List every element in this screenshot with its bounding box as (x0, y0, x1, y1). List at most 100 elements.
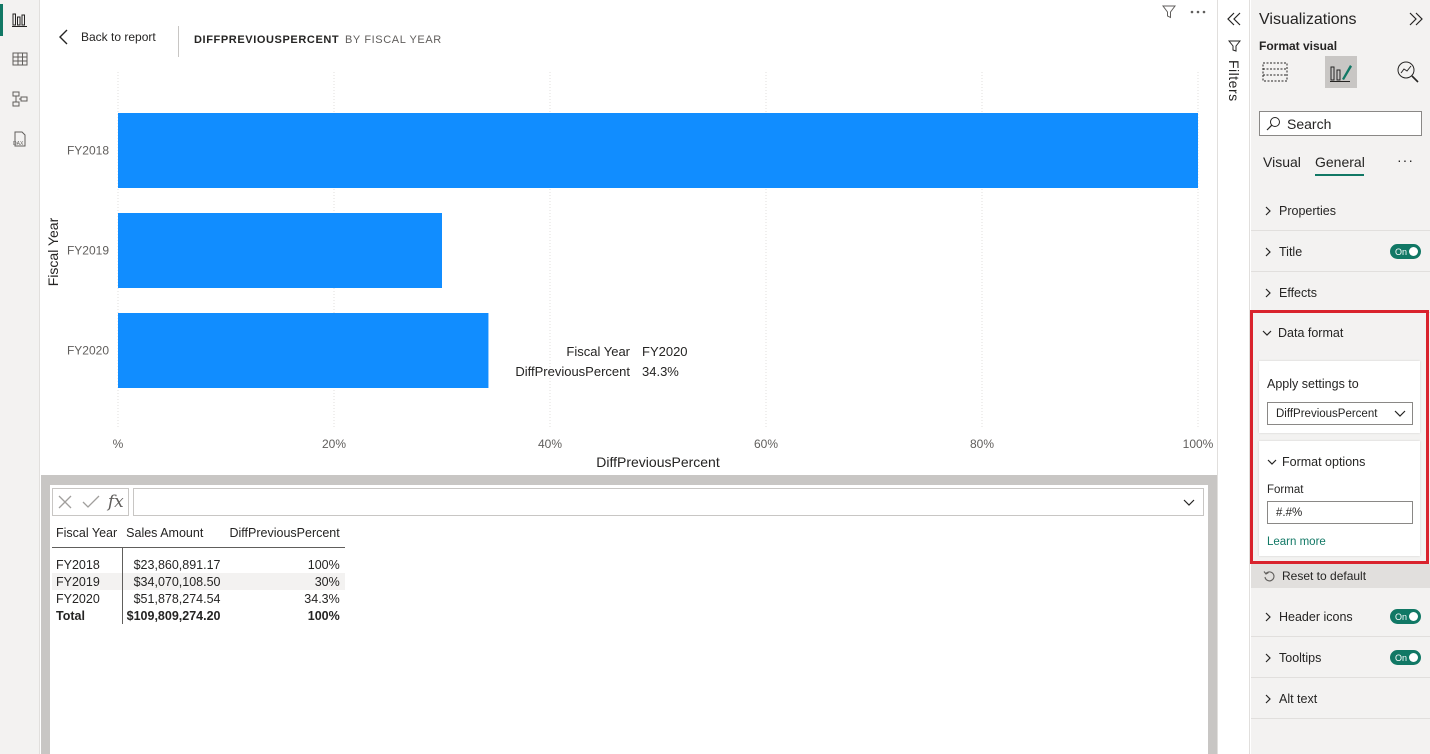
data-format-section-highlight: Data format Apply settings to DiffPrevio… (1250, 310, 1429, 564)
y-category-label: FY2019 (67, 244, 109, 258)
section-effects[interactable]: Effects (1251, 273, 1430, 313)
chevron-down-icon (1267, 459, 1277, 465)
section-label: Title (1279, 244, 1303, 259)
reset-to-default-button[interactable]: Reset to default (1251, 564, 1430, 588)
tooltip-label: Fiscal Year (566, 344, 630, 359)
apply-settings-dropdown[interactable]: DiffPreviousPercent (1267, 402, 1413, 425)
chevron-left-icon (59, 29, 68, 45)
expand-filters-icon[interactable] (1227, 12, 1241, 26)
bar[interactable] (118, 213, 442, 288)
format-visual-label: Format visual (1259, 39, 1338, 53)
chevron-right-icon (1265, 612, 1271, 621)
y-category-label: FY2018 (67, 144, 109, 158)
active-tab-indicator (1315, 174, 1364, 176)
table-cell: 34.3% (304, 591, 340, 606)
chevron-down-icon[interactable] (1183, 497, 1195, 507)
bar[interactable] (118, 313, 489, 388)
section-label: Data format (1278, 326, 1344, 340)
back-to-report-button[interactable]: Back to report (57, 28, 156, 46)
table-cell: FY2018 (52, 555, 123, 573)
cancel-formula-icon[interactable] (57, 494, 73, 510)
section-header-icons[interactable]: Header icons On (1251, 597, 1430, 637)
analytics-button[interactable] (1391, 56, 1423, 88)
search-input[interactable]: Search (1259, 111, 1422, 136)
apply-settings-label: Apply settings to (1267, 377, 1359, 391)
commit-formula-icon[interactable] (82, 494, 100, 510)
collapse-pane-icon[interactable] (1409, 12, 1423, 26)
filter-icon (1228, 40, 1241, 52)
search-placeholder: Search (1287, 115, 1332, 132)
x-tick-label: 40% (538, 437, 562, 451)
section-title[interactable]: Title On (1251, 232, 1430, 272)
dax-query-view-button[interactable]: DAX (0, 121, 40, 157)
x-tick-label: % (113, 437, 124, 451)
table-cell: 30% (225, 572, 345, 590)
filter-icon[interactable] (1161, 4, 1177, 20)
filters-pane-collapsed[interactable]: Filters (1218, 0, 1250, 754)
build-visual-button[interactable] (1259, 56, 1291, 88)
format-options-header[interactable]: Format options (1267, 455, 1365, 469)
svg-text:DAX: DAX (13, 141, 24, 147)
chevron-down-icon (1262, 330, 1272, 336)
learn-more-link[interactable]: Learn more (1267, 536, 1326, 548)
column-header[interactable]: DiffPreviousPercent (225, 523, 345, 548)
model-view-button[interactable] (0, 81, 40, 117)
section-properties[interactable]: Properties (1251, 191, 1430, 231)
powerbi-app: DAX % 20% 40% 60% 80% 100% FY2018 FY2019 FY2020 D… (0, 0, 1430, 754)
section-alt-text[interactable]: Alt text (1251, 679, 1430, 719)
apply-settings-card: Apply settings to DiffPreviousPercent (1259, 361, 1420, 433)
tooltips-toggle[interactable]: On (1390, 650, 1421, 665)
build-visual-icon (1262, 62, 1288, 82)
drill-measure-title: DIFFPREVIOUSPERCENT (194, 34, 340, 46)
section-data-format[interactable]: Data format (1253, 313, 1426, 353)
more-options-button[interactable]: ··· (1397, 152, 1414, 168)
x-tick-label: 80% (970, 437, 994, 451)
pane-mode-switcher (1251, 56, 1430, 90)
table-cell: $51,878,274.54 (133, 591, 221, 606)
table-cell: $23,860,891.17 (133, 557, 221, 572)
tab-visual[interactable]: Visual (1263, 154, 1301, 170)
drill-axis-title: BY FISCAL YEAR (345, 34, 442, 46)
bar[interactable] (118, 113, 1198, 188)
column-header[interactable]: Sales Amount (122, 523, 226, 548)
chevron-right-icon (1265, 288, 1271, 297)
apply-settings-value: DiffPreviousPercent (1276, 407, 1378, 420)
bar-chart: % 20% 40% 60% 80% 100% FY2018 FY2019 FY2020 DiffP… (45, 72, 1214, 470)
y-axis-title: Fiscal Year (45, 217, 61, 286)
report-view-button[interactable] (0, 2, 40, 38)
format-options-label: Format options (1282, 455, 1366, 469)
chevron-right-icon (1265, 206, 1271, 215)
table-row: FY2018 $23,860,891.17 100% (52, 555, 345, 573)
format-visual-button[interactable] (1325, 56, 1357, 88)
chevron-right-icon (1265, 247, 1271, 256)
tooltip-value: 34.3% (642, 364, 679, 379)
back-to-report-label: Back to report (81, 30, 156, 44)
format-field-label: Format (1267, 484, 1304, 496)
reset-label: Reset to default (1282, 569, 1367, 583)
fx-icon[interactable]: fx (108, 492, 124, 512)
table-cell: Total (52, 606, 123, 624)
format-input[interactable]: #.#% (1267, 501, 1413, 524)
report-view-icon (12, 13, 27, 27)
column-header[interactable]: Fiscal Year (52, 523, 123, 548)
left-navigation-rail: DAX (0, 0, 40, 754)
search-icon (1266, 117, 1280, 131)
more-options-icon[interactable] (1189, 4, 1207, 20)
table-cell: $34,070,108.50 (122, 572, 226, 590)
format-options-card: Format options Format #.#% Learn more (1259, 441, 1420, 556)
table-view-button[interactable] (0, 41, 40, 77)
section-label: Properties (1279, 203, 1336, 218)
report-canvas: % 20% 40% 60% 80% 100% FY2018 FY2019 FY2020 DiffP… (41, 0, 1217, 475)
table-cell: FY2019 (52, 572, 123, 590)
tab-general[interactable]: General (1315, 154, 1365, 170)
section-tooltips[interactable]: Tooltips On (1251, 638, 1430, 678)
visualizations-title: Visualizations (1259, 11, 1357, 28)
visual-header (1161, 4, 1207, 20)
section-label: Tooltips (1279, 650, 1322, 665)
table-row: FY2019 $34,070,108.50 30% (52, 572, 345, 590)
formula-input[interactable] (133, 488, 1204, 516)
header-icons-toggle[interactable]: On (1390, 609, 1421, 624)
reset-icon (1263, 570, 1275, 581)
chevron-down-icon (1394, 410, 1406, 417)
title-toggle[interactable]: On (1390, 244, 1421, 259)
